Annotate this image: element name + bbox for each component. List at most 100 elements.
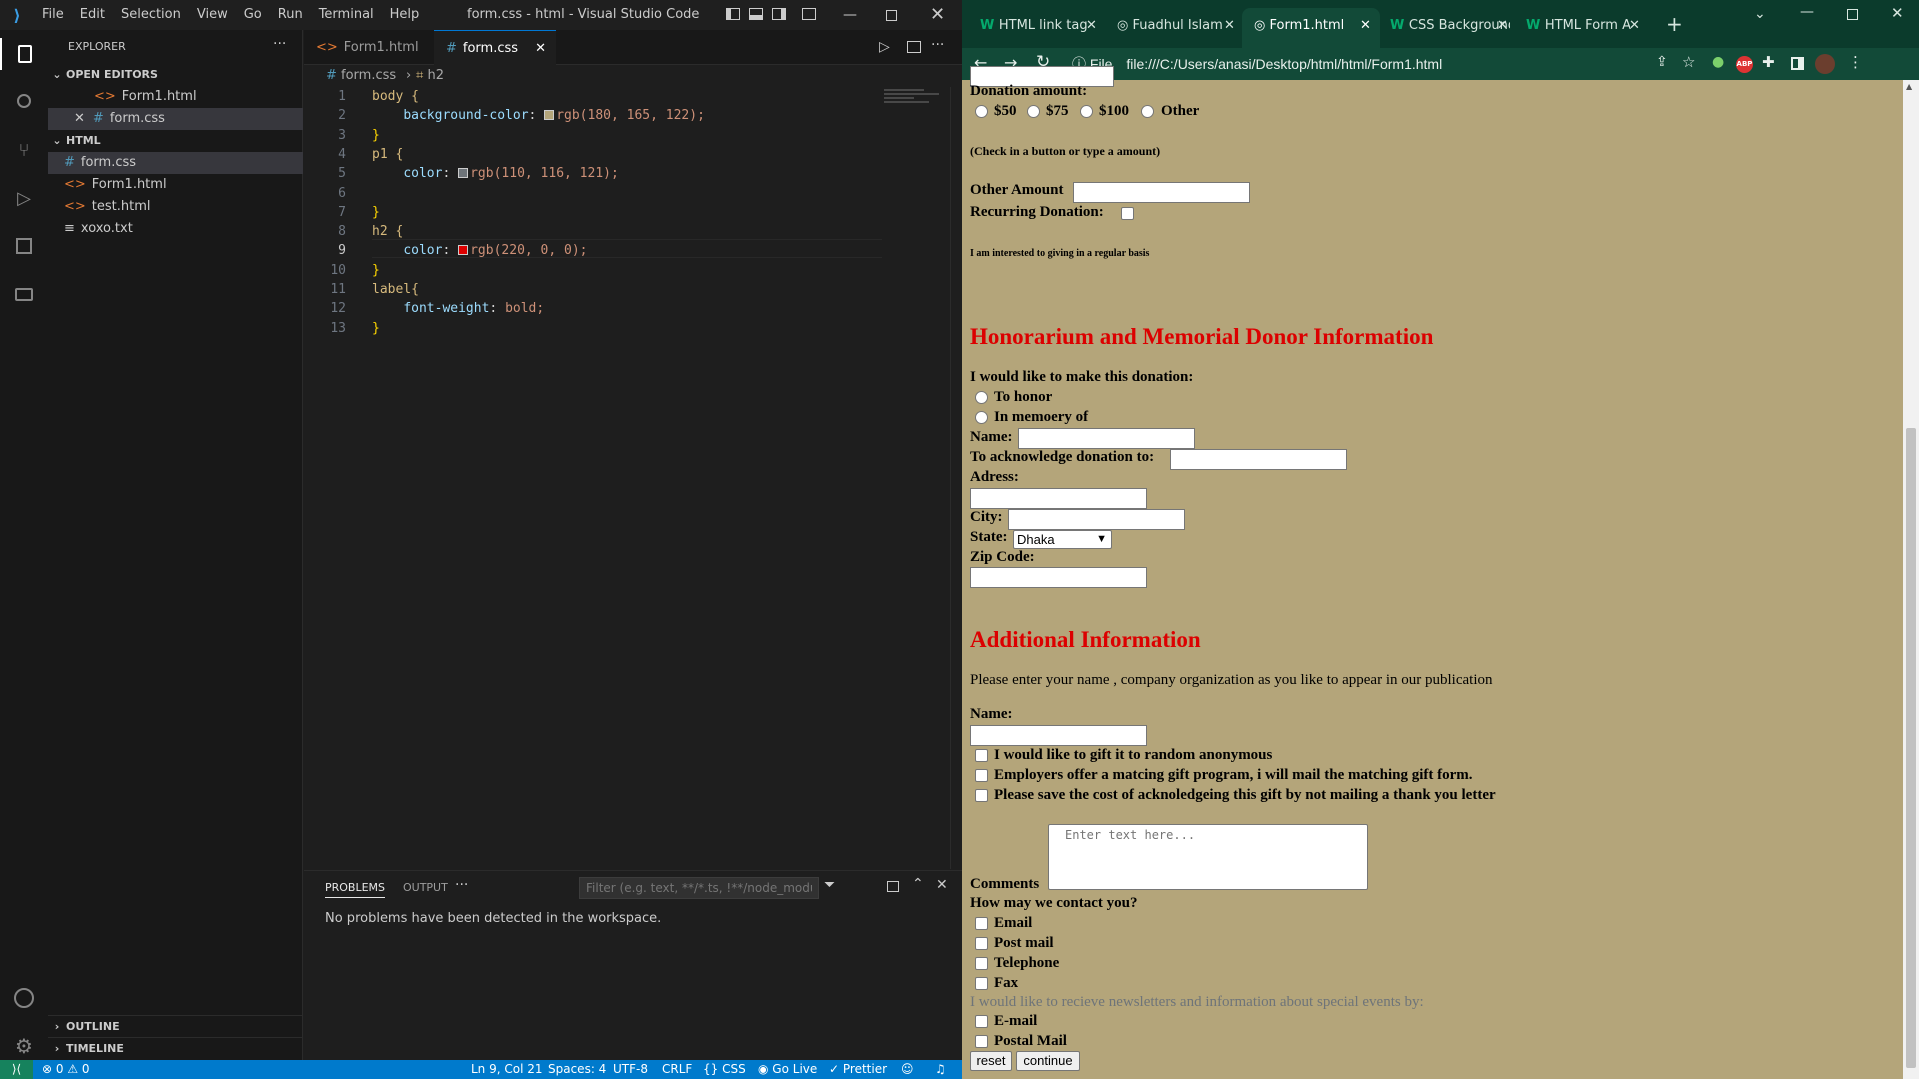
remote-indicator-icon[interactable]: ⟩⟨ — [0, 1060, 33, 1079]
gift-matching-checkbox[interactable] — [975, 769, 988, 782]
profile-avatar[interactable] — [1815, 54, 1835, 74]
cursor-position[interactable]: Ln 9, Col 21 — [471, 1060, 543, 1079]
browser-close-icon[interactable]: ✕ — [1891, 4, 1904, 22]
menu-help[interactable]: Help — [382, 0, 428, 30]
folder-header[interactable]: ⌄ HTML — [48, 130, 303, 152]
encoding[interactable]: UTF-8 — [613, 1060, 648, 1079]
toggle-panel-icon[interactable] — [749, 8, 763, 20]
toggle-secondary-sidebar-icon[interactable] — [772, 8, 786, 20]
share-icon[interactable]: ⇪ — [1656, 54, 1668, 70]
menu-view[interactable]: View — [189, 0, 236, 30]
menu-run[interactable]: Run — [270, 0, 311, 30]
browser-tab-5[interactable]: W HTML Form A — [1526, 8, 1636, 44]
adblock-icon[interactable]: ABP — [1736, 56, 1753, 73]
tab-problems[interactable]: PROBLEMS — [325, 881, 386, 898]
open-editor-item[interactable]: <> Form1.html — [48, 86, 303, 108]
breadcrumb-file[interactable]: # form.css — [326, 68, 396, 83]
more-actions-icon[interactable]: ··· — [931, 37, 944, 53]
tab-output[interactable]: OUTPUT — [403, 881, 448, 894]
page-scrollbar[interactable]: ▲ — [1903, 80, 1919, 1079]
run-icon[interactable]: ▷ — [879, 39, 890, 55]
filter-icon[interactable]: ⏷ — [824, 877, 835, 893]
code-editor[interactable]: 1 body {2 background-color: rgb(180, 165,… — [304, 87, 962, 869]
problems-filter-input[interactable] — [579, 877, 819, 899]
extension-leaf-icon[interactable]: ● — [1712, 54, 1724, 70]
editor-scrollbar[interactable] — [950, 87, 962, 869]
browser-menu-icon[interactable]: ⋮ — [1848, 53, 1863, 71]
name2-input[interactable] — [970, 725, 1147, 746]
tab-search-icon[interactable]: ⌄ — [1754, 6, 1766, 22]
search-icon[interactable] — [8, 85, 40, 117]
zip-input[interactable] — [970, 567, 1147, 588]
radio-75[interactable] — [1027, 105, 1040, 118]
browser-tab-2[interactable]: ◎ Fuadhul Islam — [1117, 8, 1237, 44]
close-panel-icon[interactable]: ✕ — [936, 877, 948, 893]
notifications-bell-icon[interactable]: ♫ — [935, 1060, 946, 1079]
browser-tab-4[interactable]: W CSS Background — [1390, 8, 1510, 44]
panel-more-icon[interactable]: ··· — [455, 877, 468, 893]
outline-header[interactable]: › OUTLINE — [48, 1015, 303, 1037]
run-debug-icon[interactable]: ▷ — [8, 182, 40, 214]
color-swatch[interactable] — [458, 168, 469, 179]
breadcrumb-symbol[interactable]: ⌗ h2 — [416, 68, 444, 83]
contact-fax-checkbox[interactable] — [975, 977, 988, 990]
newsletter-email-checkbox[interactable] — [975, 1015, 988, 1028]
explorer-more-icon[interactable]: ··· — [273, 36, 286, 52]
close-editor-icon[interactable]: ✕ — [74, 111, 85, 126]
go-live-button[interactable]: ◉ Go Live — [758, 1060, 817, 1079]
open-editor-item-active[interactable]: ✕ # form.css — [48, 108, 303, 130]
close-tab-icon[interactable]: ✕ — [535, 31, 546, 66]
radio-to-honor[interactable] — [975, 391, 988, 404]
address-bar[interactable]: ⓘ File file:///C:/Users/anasi/Desktop/ht… — [1066, 50, 1666, 78]
menu-go[interactable]: Go — [236, 0, 270, 30]
gift-no-mail-checkbox[interactable] — [975, 789, 988, 802]
close-tab-icon[interactable]: ✕ — [1497, 18, 1508, 33]
scroll-thumb[interactable] — [1906, 428, 1916, 1068]
customize-layout-icon[interactable] — [802, 8, 816, 20]
timeline-header[interactable]: › TIMELINE — [48, 1037, 303, 1059]
split-editor-icon[interactable] — [907, 41, 921, 53]
minimap[interactable] — [884, 87, 954, 127]
close-tab-icon[interactable]: ✕ — [1360, 18, 1371, 33]
color-swatch[interactable] — [458, 245, 469, 256]
other-amount-input[interactable] — [1073, 182, 1250, 203]
accounts-icon[interactable] — [8, 982, 40, 1014]
menu-terminal[interactable]: Terminal — [311, 0, 382, 30]
menu-selection[interactable]: Selection — [113, 0, 189, 30]
extensions-puzzle-icon[interactable]: ✚ — [1762, 53, 1775, 71]
radio-100[interactable] — [1080, 105, 1093, 118]
name-input[interactable] — [1018, 428, 1195, 449]
close-window-icon[interactable]: ✕ — [930, 0, 945, 30]
bookmark-star-icon[interactable]: ☆ — [1682, 53, 1695, 71]
radio-other[interactable] — [1141, 105, 1154, 118]
indentation[interactable]: Spaces: 4 — [548, 1060, 606, 1079]
state-select[interactable]: Dhaka ▼ — [1013, 530, 1112, 549]
new-tab-icon[interactable]: + — [1666, 12, 1683, 36]
explorer-icon[interactable] — [0, 38, 48, 70]
side-panel-icon[interactable] — [1791, 57, 1804, 70]
browser-minimize-icon[interactable]: — — [1800, 4, 1814, 20]
feedback-icon[interactable]: ☺ — [901, 1060, 914, 1079]
city-input[interactable] — [1008, 509, 1185, 530]
continue-button[interactable]: continue — [1016, 1051, 1080, 1071]
remote-explorer-icon[interactable] — [8, 278, 40, 310]
file-item-xoxo-txt[interactable]: ≡ xoxo.txt — [48, 218, 303, 240]
comments-textarea[interactable] — [1048, 824, 1368, 890]
close-tab-icon[interactable]: ✕ — [1086, 18, 1097, 33]
contact-email-checkbox[interactable] — [975, 917, 988, 930]
source-control-icon[interactable]: ⑂ — [8, 134, 40, 166]
language-mode[interactable]: {} CSS — [703, 1060, 746, 1079]
minimize-icon[interactable]: — — [843, 0, 857, 30]
collapse-all-icon[interactable] — [887, 881, 899, 892]
newsletter-postal-checkbox[interactable] — [975, 1035, 988, 1048]
settings-gear-icon[interactable]: ⚙ — [8, 1030, 40, 1062]
browser-tab-1[interactable]: W HTML link tag — [980, 8, 1100, 44]
file-item-form1-html[interactable]: <> Form1.html — [48, 174, 303, 196]
recurring-checkbox[interactable] — [1121, 207, 1134, 220]
menu-file[interactable]: File — [34, 0, 72, 30]
maximize-panel-icon[interactable]: ⌃ — [912, 876, 924, 892]
browser-maximize-icon[interactable] — [1847, 9, 1858, 20]
menu-edit[interactable]: Edit — [72, 0, 113, 30]
gift-anonymous-checkbox[interactable] — [975, 749, 988, 762]
file-item-form-css[interactable]: # form.css — [48, 152, 303, 174]
